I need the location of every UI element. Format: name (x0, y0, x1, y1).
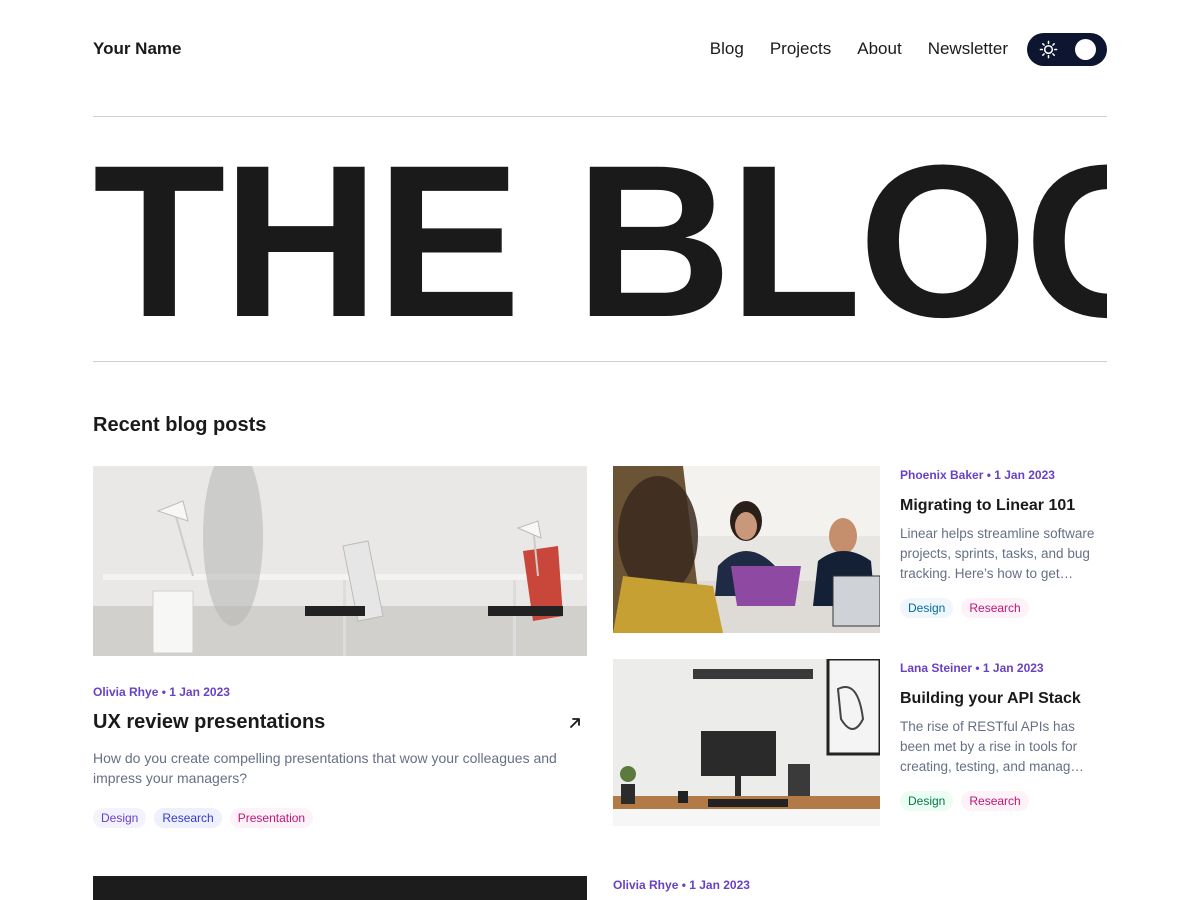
post-tags: Design Research Presentation (93, 808, 587, 828)
post-title[interactable]: Building your API Stack (900, 690, 1107, 708)
office-desks-photo[interactable] (93, 466, 587, 656)
post-meta: Phoenix Baker • 1 Jan 2023 (900, 468, 1055, 482)
post-meta: Olivia Rhye • 1 Jan 2023 (93, 685, 230, 699)
featured-post-card[interactable]: Olivia Rhye • 1 Jan 2023 UX review prese… (93, 466, 587, 828)
hero: THE BLOG (93, 136, 1107, 346)
post-body: Phoenix Baker • 1 Jan 2023 Migrating to … (900, 466, 1107, 633)
post-title[interactable]: UX review presentations (93, 711, 325, 734)
tag-design[interactable]: Design (93, 808, 147, 828)
divider-bottom (93, 361, 1107, 362)
arrow-up-right-icon[interactable] (568, 716, 582, 730)
post-description: The rise of RESTful APIs has been met by… (900, 719, 1084, 774)
team-laptop-photo[interactable] (613, 466, 880, 633)
post-title-row: UX review presentations (93, 711, 587, 734)
sun-icon (1039, 40, 1058, 58)
theme-toggle[interactable] (1027, 32, 1107, 66)
post-description: Linear helps streamline software project… (900, 526, 1095, 581)
nav-link-blog[interactable]: Blog (710, 39, 744, 59)
hero-title: THE BLOG (93, 136, 1107, 346)
post-tags: Design Research (900, 791, 1107, 811)
section-title: Recent blog posts (93, 414, 267, 436)
post-meta: Lana Steiner • 1 Jan 2023 (900, 661, 1044, 675)
tag-design[interactable]: Design (900, 791, 954, 811)
nav-link-newsletter[interactable]: Newsletter (928, 39, 1008, 59)
divider-top (93, 116, 1107, 117)
desk-monitor-photo[interactable] (613, 659, 880, 826)
tag-research[interactable]: Research (154, 808, 222, 828)
tag-design[interactable]: Design (900, 598, 954, 618)
site-brand[interactable]: Your Name (93, 39, 182, 59)
post-tags: Design Research (900, 598, 1107, 618)
nav-right: Blog Projects About Newsletter (710, 32, 1107, 66)
tag-presentation[interactable]: Presentation (229, 808, 314, 828)
post-body: Lana Steiner • 1 Jan 2023 Building your … (900, 659, 1107, 826)
post-description: How do you create compelling presentatio… (93, 750, 557, 786)
nav-link-about[interactable]: About (857, 39, 901, 59)
toggle-knob (1075, 38, 1096, 60)
post-card[interactable]: Phoenix Baker • 1 Jan 2023 Migrating to … (613, 466, 1107, 633)
post-title[interactable]: Migrating to Linear 101 (900, 497, 1107, 515)
top-nav: Your Name Blog Projects About Newsletter (93, 30, 1107, 68)
dark-photo[interactable] (93, 876, 587, 900)
tag-research[interactable]: Research (961, 791, 1029, 811)
post-meta: Olivia Rhye • 1 Jan 2023 (613, 878, 750, 892)
post-card[interactable]: Lana Steiner • 1 Jan 2023 Building your … (613, 659, 1107, 826)
nav-link-projects[interactable]: Projects (770, 39, 831, 59)
tag-research[interactable]: Research (961, 598, 1029, 618)
